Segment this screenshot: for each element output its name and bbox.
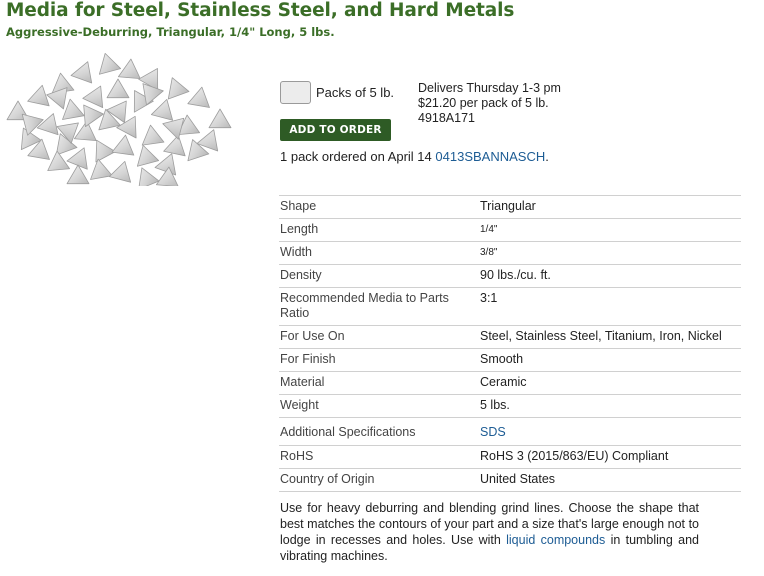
page-title: Media for Steel, Stainless Steel, and Ha… bbox=[6, 0, 515, 21]
spec-label: Material bbox=[280, 375, 325, 389]
media-piece bbox=[167, 77, 190, 100]
spec-label: Shape bbox=[280, 199, 317, 213]
media-piece bbox=[98, 52, 122, 75]
spec-value: United States bbox=[480, 472, 556, 486]
media-piece bbox=[106, 78, 130, 99]
spec-label: Width bbox=[280, 245, 312, 259]
spec-row: Length 1/4" bbox=[279, 218, 741, 242]
part-number: 4918A171 bbox=[418, 111, 476, 125]
page-subtitle: Aggressive-Deburring, Triangular, 1/4" L… bbox=[6, 25, 335, 39]
media-piece bbox=[36, 113, 59, 136]
spec-row: Density 90 lbs./cu. ft. bbox=[279, 264, 741, 288]
media-piece bbox=[150, 98, 174, 121]
spec-row: Shape Triangular bbox=[279, 195, 741, 219]
spec-label: Recommended Media to Parts Ratio bbox=[280, 291, 449, 320]
spec-value: 90 lbs./cu. ft. bbox=[480, 268, 551, 282]
liquid-compounds-link[interactable]: liquid compounds bbox=[506, 533, 605, 547]
spec-value: Steel, Stainless Steel, Titanium, Iron, … bbox=[480, 329, 722, 343]
order-note-suffix: . bbox=[545, 149, 549, 164]
spec-row: Country of Origin United States bbox=[279, 468, 741, 492]
order-history-note: 1 pack ordered on April 14 0413SBANNASCH… bbox=[280, 149, 549, 164]
spec-value: 3/8" bbox=[480, 247, 498, 258]
spec-row: For Use On Steel, Stainless Steel, Titan… bbox=[279, 325, 741, 349]
delivery-info: Delivers Thursday 1-3 pm $21.20 per pack… bbox=[418, 81, 561, 126]
spec-label: Density bbox=[280, 268, 322, 282]
spec-value: Ceramic bbox=[480, 375, 527, 389]
order-reference-link[interactable]: 0413SBANNASCH bbox=[435, 149, 545, 164]
spec-row: Recommended Media to Parts Ratio 3:1 bbox=[279, 287, 741, 326]
spec-label: Additional Specifications bbox=[280, 425, 416, 439]
spec-value: 5 lbs. bbox=[480, 398, 510, 412]
spec-label: Length bbox=[280, 222, 319, 236]
add-to-order-button[interactable]: ADD TO ORDER bbox=[280, 119, 391, 141]
media-piece bbox=[138, 68, 159, 91]
spec-value: RoHS 3 (2015/863/EU) Compliant bbox=[480, 449, 669, 463]
spec-row: Material Ceramic bbox=[279, 371, 741, 395]
media-piece bbox=[90, 158, 113, 180]
media-piece bbox=[47, 150, 71, 172]
specifications-table: Shape Triangular Length 1/4" Width 3/8" … bbox=[279, 195, 741, 492]
spec-value: Triangular bbox=[480, 199, 536, 213]
spec-label: RoHS bbox=[280, 449, 314, 463]
media-piece bbox=[70, 61, 93, 84]
spec-value: 3:1 bbox=[480, 291, 498, 305]
spec-label: Weight bbox=[280, 398, 319, 412]
spec-row: Width 3/8" bbox=[279, 241, 741, 265]
product-description: Use for heavy deburring and blending gri… bbox=[280, 500, 699, 564]
product-image bbox=[6, 52, 232, 186]
media-piece bbox=[111, 134, 135, 156]
media-piece bbox=[117, 58, 141, 80]
spec-value: Smooth bbox=[480, 352, 524, 366]
sds-link[interactable]: SDS bbox=[480, 425, 506, 439]
spec-row: For Finish Smooth bbox=[279, 348, 741, 372]
spec-label: For Finish bbox=[280, 352, 336, 366]
media-piece bbox=[141, 124, 165, 146]
media-piece bbox=[108, 160, 132, 183]
media-piece bbox=[136, 144, 160, 167]
spec-label: Country of Origin bbox=[280, 472, 375, 486]
spec-value: 1/4" bbox=[480, 224, 498, 235]
price: $21.20 per pack of 5 lb. bbox=[418, 96, 549, 110]
quantity-input[interactable] bbox=[280, 81, 311, 104]
spec-row: RoHS RoHS 3 (2015/863/EU) Compliant bbox=[279, 445, 741, 469]
delivery-time: Delivers Thursday 1-3 pm bbox=[418, 81, 561, 95]
media-piece bbox=[82, 85, 104, 109]
media-piece bbox=[208, 108, 232, 129]
unit-label: Packs of 5 lb. bbox=[316, 85, 395, 100]
media-piece bbox=[187, 86, 210, 108]
spec-label: For Use On bbox=[280, 329, 345, 343]
order-note-text: 1 pack ordered on April 14 bbox=[280, 149, 432, 164]
spec-row: Weight 5 lbs. bbox=[279, 394, 741, 418]
spec-row: Additional Specifications SDS bbox=[279, 417, 741, 446]
